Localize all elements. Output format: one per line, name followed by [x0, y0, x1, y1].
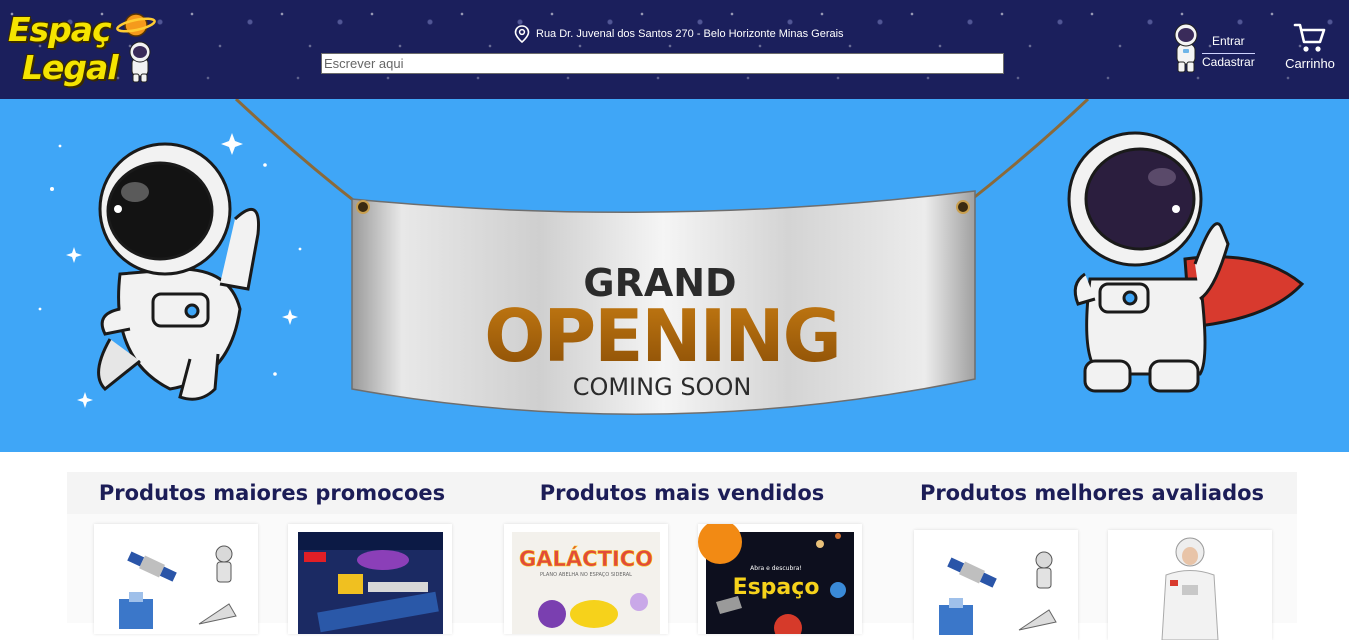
product-categories: Produtos maiores promocoes Produtos mais… — [67, 472, 1299, 640]
site-header: Espaç Legal Rua Dr. Juvenal dos Santos 2… — [0, 0, 1349, 99]
product-card-space-toys[interactable] — [914, 530, 1078, 640]
planet-icon — [116, 13, 156, 37]
product-image-galactico-book: GALÁCTICO PLANO ABELHA NO ESPAÇO SIDERAL — [512, 532, 660, 634]
category-best-sellers: Produtos mais vendidos GALÁCTICO PLANO A… — [477, 472, 887, 634]
category-products — [887, 514, 1297, 640]
signup-link[interactable]: Cadastrar — [1202, 53, 1255, 69]
product-card-board-game[interactable] — [288, 524, 452, 634]
product-card-astronaut-costume[interactable] — [1108, 530, 1272, 640]
category-header: Produtos melhores avaliados — [887, 472, 1297, 514]
banner-line2: OPENING — [484, 294, 840, 378]
espaco-tagline: Abra e descubra! — [750, 565, 802, 572]
banner-artwork: GRAND OPENING COMING SOON — [38, 99, 1305, 415]
waving-astronaut-illustration — [97, 142, 261, 401]
category-products — [67, 514, 477, 634]
espaco-title: Espaço — [733, 575, 820, 600]
superhero-astronaut-illustration — [1067, 131, 1305, 393]
galactico-subtitle: PLANO ABELHA NO ESPAÇO SIDERAL — [540, 572, 632, 578]
astronaut-user-icon[interactable] — [1170, 22, 1202, 74]
location-pin-icon — [514, 25, 530, 43]
category-top-rated: Produtos melhores avaliados — [887, 472, 1297, 640]
category-header: Produtos mais vendidos — [477, 472, 887, 514]
category-header: Produtos maiores promocoes — [67, 472, 477, 514]
category-products: GALÁCTICO PLANO ABELHA NO ESPAÇO SIDERAL… — [477, 514, 887, 634]
product-image-space-toys — [119, 545, 237, 629]
astronaut-icon — [129, 41, 151, 83]
product-image-espaco-book: Abra e descubra! Espaço — [698, 524, 854, 634]
category-title: Produtos maiores promocoes — [98, 481, 446, 505]
search-input[interactable] — [321, 53, 1004, 74]
product-image-astronaut-costume — [1161, 537, 1219, 640]
cart-button[interactable]: Carrinho — [1280, 22, 1340, 78]
category-top-promotions: Produtos maiores promocoes — [67, 472, 477, 634]
shopping-cart-icon — [1293, 23, 1326, 52]
address-text: Rua Dr. Juvenal dos Santos 270 - Belo Ho… — [536, 28, 844, 40]
product-card-espaco-book[interactable]: Abra e descubra! Espaço — [698, 524, 862, 634]
logo-line1: Espaç — [8, 10, 112, 49]
category-title: Produtos mais vendidos — [539, 481, 825, 505]
product-card-space-toys[interactable] — [94, 524, 258, 634]
product-image-board-game — [298, 532, 443, 634]
banner-line3: COMING SOON — [573, 373, 752, 401]
product-card-galactico-book[interactable]: GALÁCTICO PLANO ABELHA NO ESPAÇO SIDERAL — [504, 524, 668, 634]
login-link[interactable]: Entrar — [1212, 34, 1245, 48]
store-address: Rua Dr. Juvenal dos Santos 270 - Belo Ho… — [514, 24, 844, 44]
account-area: Entrar Cadastrar — [1170, 22, 1260, 76]
logo-line2: Legal — [22, 48, 119, 87]
galactico-title: GALÁCTICO — [519, 546, 653, 571]
cart-label: Carrinho — [1285, 56, 1335, 71]
category-title: Produtos melhores avaliados — [919, 481, 1265, 505]
logo[interactable]: Espaç Legal — [8, 6, 158, 94]
product-image-space-toys — [939, 551, 1057, 635]
grand-opening-banner[interactable]: GRAND OPENING COMING SOON — [0, 99, 1349, 452]
